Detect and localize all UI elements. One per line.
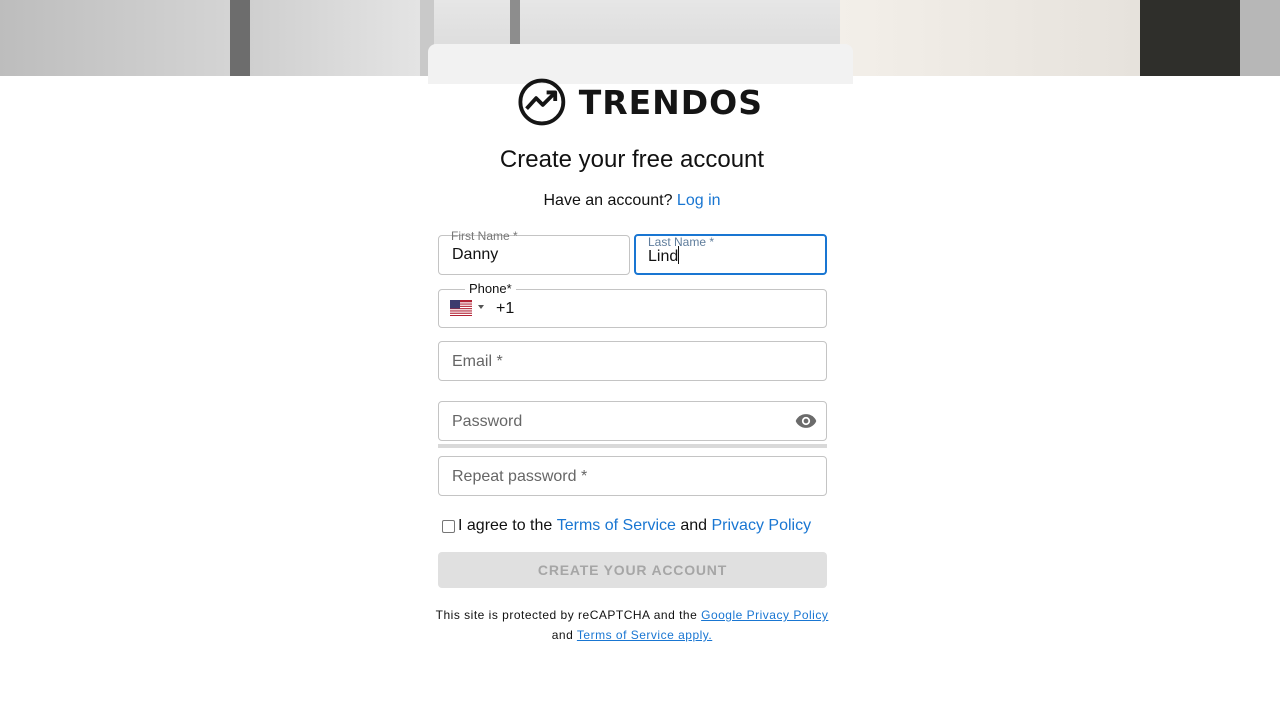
repeat-password-field[interactable]: Repeat password * <box>438 456 827 496</box>
eye-icon[interactable] <box>795 412 817 430</box>
first-name-value: Danny <box>452 246 499 263</box>
brand-name: TRENDOS <box>578 82 763 122</box>
repeat-password-placeholder: Repeat password * <box>452 468 588 485</box>
phone-dial-code: +1 <box>496 300 515 317</box>
recaptcha-text: This site is protected by reCAPTCHA and … <box>435 608 698 622</box>
agree-text: I agree to the <box>458 517 553 534</box>
agree-checkbox[interactable] <box>442 519 455 533</box>
phone-label: Phone* <box>465 282 516 296</box>
brand-logo: TRENDOS <box>518 76 763 128</box>
agree-and-text: and <box>680 517 708 534</box>
phone-field[interactable]: Phone* +1 <box>438 282 827 328</box>
login-prompt-text: Have an account? <box>543 192 673 209</box>
terms-of-service-link[interactable]: Terms of Service <box>557 517 676 535</box>
password-placeholder: Password <box>452 413 523 430</box>
page-title: Create your free account <box>499 146 765 173</box>
country-dropdown-arrow-icon[interactable] <box>478 305 484 309</box>
last-name-value: Lind <box>648 246 680 265</box>
recaptcha-and-text: and <box>551 628 574 642</box>
google-privacy-policy-link[interactable]: Google Privacy Policy <box>701 608 828 622</box>
login-link[interactable]: Log in <box>677 192 721 209</box>
recaptcha-terms-link[interactable]: Terms of Service apply. <box>577 628 712 642</box>
first-name-field[interactable]: First Name * Danny <box>438 229 630 275</box>
us-flag-icon[interactable] <box>450 300 472 316</box>
trend-chart-icon <box>518 78 566 126</box>
create-account-button[interactable]: CREATE YOUR ACCOUNT <box>438 552 827 588</box>
login-prompt: Have an account? Log in <box>428 192 836 210</box>
terms-agreement: I agree to the Terms of Service and Priv… <box>442 517 811 535</box>
privacy-policy-link[interactable]: Privacy Policy <box>712 517 812 535</box>
email-field[interactable]: Email * <box>438 341 827 381</box>
email-placeholder: Email * <box>452 353 503 370</box>
recaptcha-notice: This site is protected by reCAPTCHA and … <box>428 605 836 645</box>
first-name-label: First Name * <box>451 229 518 243</box>
text-cursor <box>678 246 680 264</box>
last-name-field[interactable]: Last Name * Lind <box>634 234 827 275</box>
password-strength-bar <box>438 444 827 448</box>
password-field[interactable]: Password <box>438 401 827 441</box>
